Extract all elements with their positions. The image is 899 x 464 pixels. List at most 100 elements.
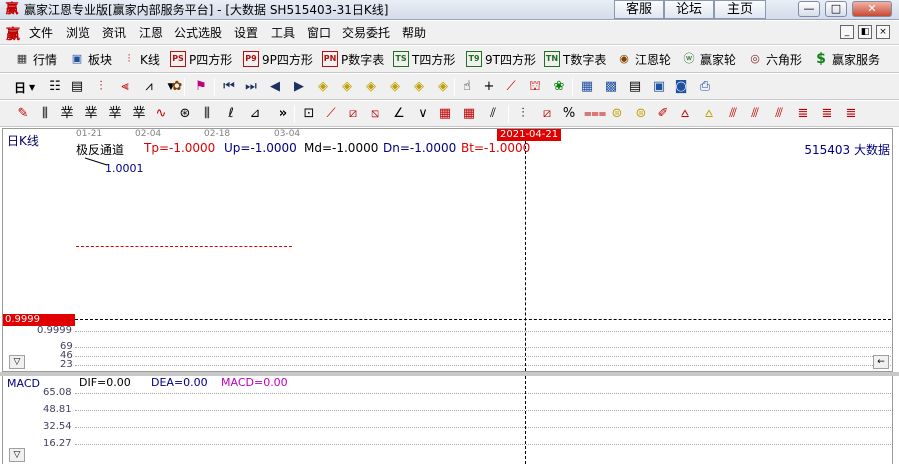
cycle-icon[interactable]: ⊛: [176, 105, 194, 123]
expand-icon[interactable]: ◈: [410, 78, 428, 96]
percent-icon[interactable]: %: [560, 105, 578, 123]
pencil-icon[interactable]: ✎: [14, 105, 32, 123]
quotes-button[interactable]: ▦ 行情: [14, 50, 57, 68]
period-select[interactable]: 日 ▼: [14, 78, 35, 96]
scroll-left-icon[interactable]: ←: [873, 355, 889, 369]
grid-box-icon[interactable]: ▦: [436, 105, 454, 123]
tools-icon[interactable]: ✿: [168, 78, 186, 96]
more-icon[interactable]: »: [274, 105, 292, 123]
gann-wheel-button[interactable]: ◉ 江恩轮: [616, 50, 671, 68]
menu-tools[interactable]: 工具: [271, 25, 295, 41]
gear-icon[interactable]: ❀: [550, 78, 568, 96]
crosshair-icon[interactable]: +: [480, 78, 498, 96]
trend-icon[interactable]: ⟋: [502, 78, 520, 96]
levels2-icon[interactable]: ≣: [794, 105, 812, 123]
next-icon[interactable]: ▶: [290, 78, 308, 96]
sectors-button[interactable]: ▣ 板块: [69, 50, 112, 68]
zoom-in-icon[interactable]: ◈: [314, 78, 332, 96]
rect-icon[interactable]: ⊡: [300, 105, 318, 123]
chart-type-icon[interactable]: ☷: [46, 78, 64, 96]
macd-panel[interactable]: MACD DIF=0.00 DEA=0.00 MACD=0.00 65.08 4…: [2, 376, 893, 464]
kline-chart-panel[interactable]: 日K线 01-21 02-04 02-18 03-04 2021-04-21 极…: [2, 128, 893, 372]
menu-news[interactable]: 资讯: [102, 25, 126, 41]
minimize-icon[interactable]: —: [798, 1, 820, 17]
levels3-icon[interactable]: ≣: [818, 105, 836, 123]
bar-icon[interactable]: ⫷: [116, 78, 134, 96]
close-icon[interactable]: ✕: [852, 1, 892, 17]
ruler-icon[interactable]: ⫶: [514, 105, 532, 123]
first-icon[interactable]: ⏮: [220, 78, 238, 96]
kline-button[interactable]: ⫶ K线: [121, 50, 160, 68]
parallel-icon[interactable]: ⫽: [484, 105, 502, 123]
export-icon[interactable]: ◙: [672, 78, 690, 96]
fan2-icon[interactable]: ⫻: [724, 105, 742, 123]
menu-browse[interactable]: 浏览: [66, 25, 90, 41]
t-square-button[interactable]: TS T四方形: [393, 50, 455, 68]
fan-icon[interactable]: 丵: [58, 105, 76, 123]
fan4-icon[interactable]: ⫻: [770, 105, 788, 123]
fork-icon[interactable]: 丵: [106, 105, 124, 123]
menu-file[interactable]: 文件: [29, 25, 53, 41]
move-down-icon[interactable]: ◈: [386, 78, 404, 96]
grid-lines-icon[interactable]: 丵: [82, 105, 100, 123]
rays-icon[interactable]: ⟋: [322, 105, 340, 123]
grid-box2-icon[interactable]: ▦: [460, 105, 478, 123]
menu-window[interactable]: 窗口: [307, 25, 331, 41]
calculator-icon[interactable]: ▩: [602, 78, 620, 96]
levels-icon[interactable]: 丵: [130, 105, 148, 123]
shrink-icon[interactable]: ◈: [434, 78, 452, 96]
menu-formula-screen[interactable]: 公式选股: [174, 25, 222, 41]
brush-icon[interactable]: ✐: [654, 105, 672, 123]
time-lines-icon[interactable]: ⫼: [198, 105, 216, 123]
customer-service-button[interactable]: 客服: [614, 0, 664, 19]
box-fan-icon[interactable]: ⧄: [344, 105, 362, 123]
v-line-icon[interactable]: ∨: [414, 105, 432, 123]
menu-settings[interactable]: 设置: [234, 25, 258, 41]
win-service-button[interactable]: $ 赢家服务: [813, 50, 880, 68]
wave-icon[interactable]: ∿: [152, 105, 170, 123]
maximize-icon[interactable]: □: [825, 1, 847, 17]
notes-icon[interactable]: ▤: [626, 78, 644, 96]
trade-icon[interactable]: ⛫: [526, 78, 544, 96]
mdi-restore-icon[interactable]: ◧: [858, 25, 872, 39]
fib-fan-icon[interactable]: ⩶: [584, 105, 606, 123]
menu-gann[interactable]: 江恩: [139, 25, 163, 41]
gold-icon[interactable]: ⊜: [608, 105, 626, 123]
flag-icon[interactable]: ⚑: [192, 78, 210, 96]
fib-icon[interactable]: ⧄: [538, 105, 556, 123]
menu-help[interactable]: 帮助: [402, 25, 426, 41]
hand-icon[interactable]: ☝: [458, 78, 476, 96]
document-icon[interactable]: ▤: [68, 78, 86, 96]
last-icon[interactable]: ⏭: [242, 78, 260, 96]
collapse-down-icon[interactable]: ▽: [9, 448, 25, 462]
tri-icon[interactable]: ⩟: [676, 105, 694, 123]
homepage-button[interactable]: 主页: [714, 0, 766, 19]
menu-trade[interactable]: 交易委托: [342, 25, 390, 41]
line-chart-icon[interactable]: ⩘: [140, 78, 158, 96]
forum-button[interactable]: 论坛: [664, 0, 714, 19]
spiral-icon[interactable]: ℓ: [222, 105, 240, 123]
p-square-button[interactable]: PS P四方形: [170, 50, 232, 68]
tri2-icon[interactable]: ⩟: [700, 105, 718, 123]
vertical-lines-icon[interactable]: ⫼: [36, 105, 54, 123]
hexagon-button[interactable]: ◎ 六角形: [747, 50, 802, 68]
mdi-close-icon[interactable]: ×: [876, 25, 890, 39]
zoom-out-icon[interactable]: ◈: [338, 78, 356, 96]
t-number-table-button[interactable]: TN T数字表: [544, 50, 606, 68]
prev-icon[interactable]: ◀: [266, 78, 284, 96]
fan3-icon[interactable]: ⫻: [746, 105, 764, 123]
gold2-icon[interactable]: ⊜: [632, 105, 650, 123]
9p-square-button[interactable]: P9 9P四方形: [243, 50, 313, 68]
p-number-table-button[interactable]: PN P数字表: [322, 50, 384, 68]
angle-line-icon[interactable]: ∠: [390, 105, 408, 123]
angle-icon[interactable]: ⊿: [246, 105, 264, 123]
square-icon[interactable]: ⧅: [366, 105, 384, 123]
9t-square-button[interactable]: T9 9T四方形: [466, 50, 536, 68]
print-icon[interactable]: ⎙: [696, 78, 714, 96]
mdi-minimize-icon[interactable]: _: [840, 25, 854, 39]
candle-icon[interactable]: ⫶: [92, 78, 110, 96]
win-wheel-button[interactable]: ⓦ 赢家轮: [681, 50, 737, 68]
move-up-icon[interactable]: ◈: [362, 78, 380, 96]
levels4-icon[interactable]: ≣: [842, 105, 860, 123]
collapse-down-icon[interactable]: ▽: [9, 355, 25, 369]
